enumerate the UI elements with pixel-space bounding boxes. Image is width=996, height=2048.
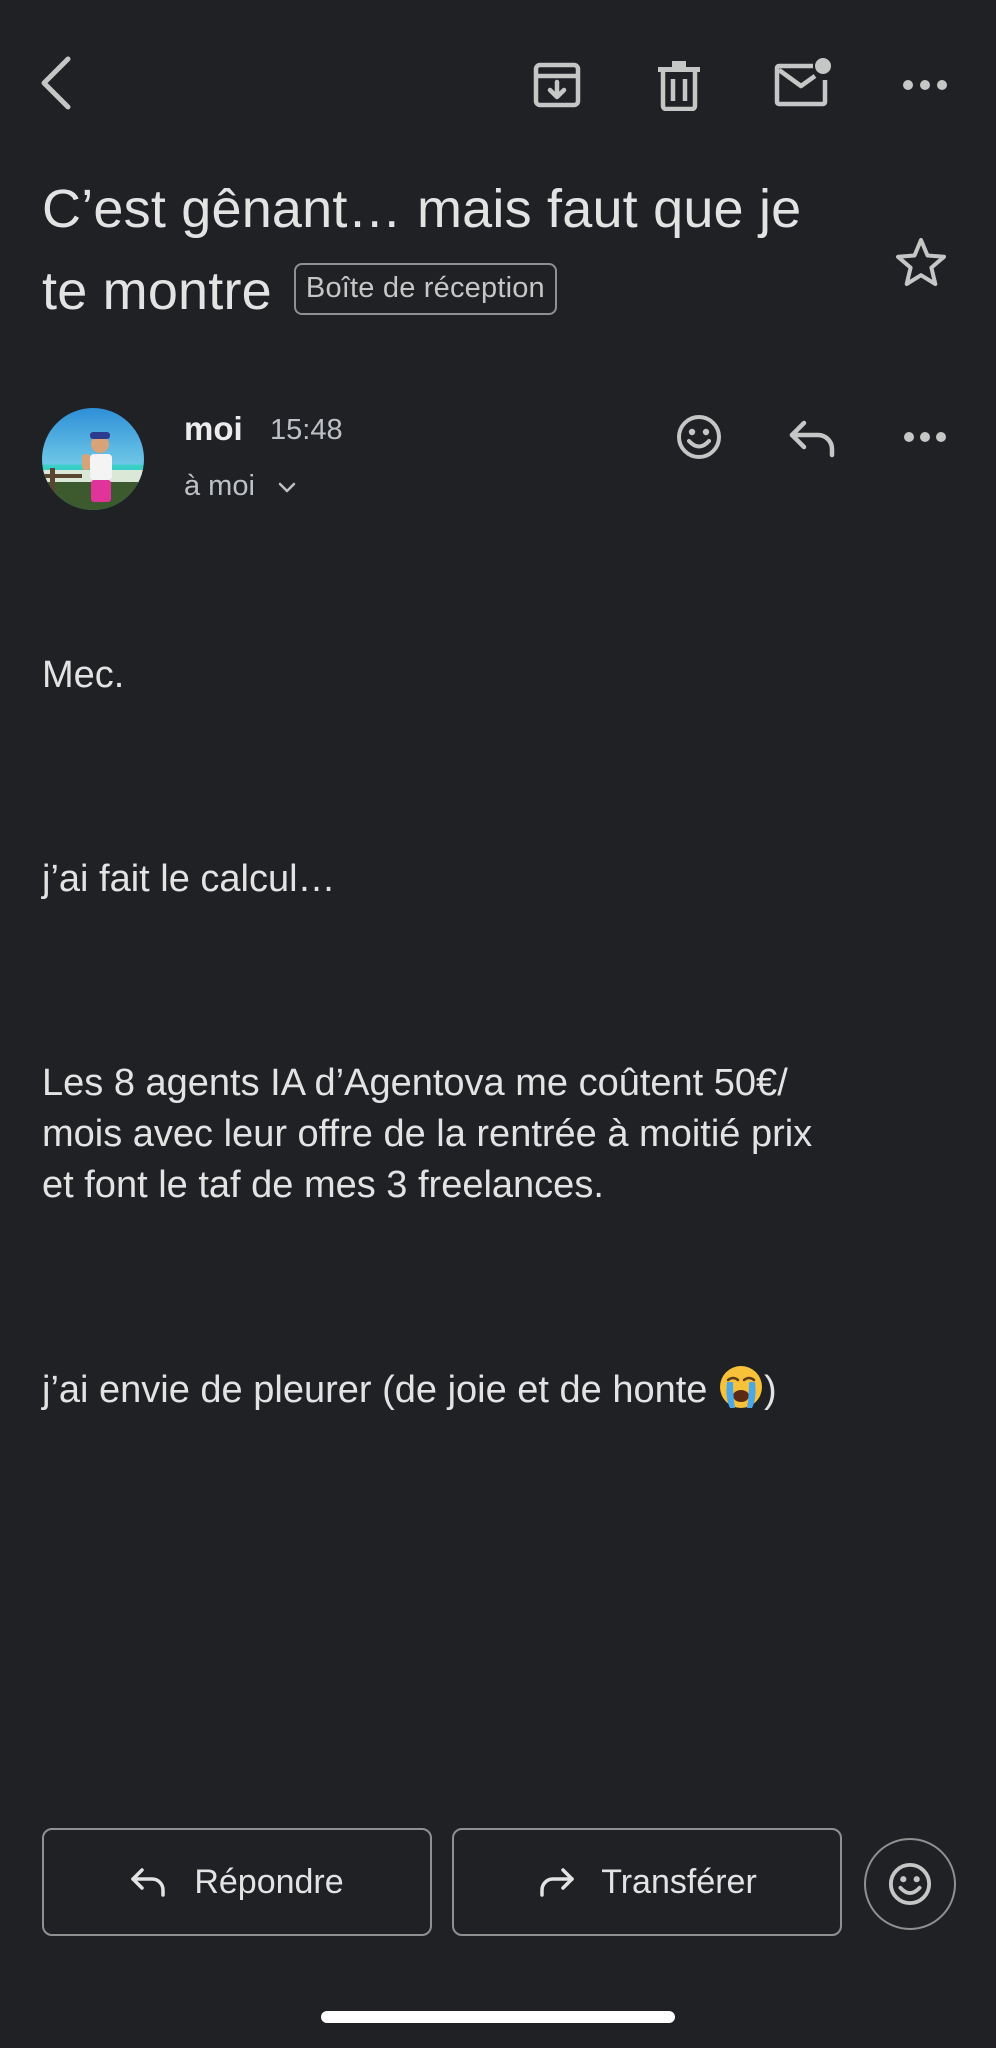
sender-avatar[interactable] xyxy=(42,408,144,510)
forward-icon xyxy=(540,1868,574,1897)
more-horizontal-icon xyxy=(904,432,946,442)
chevron-down-icon xyxy=(277,480,297,494)
star-button[interactable] xyxy=(886,228,956,298)
smiley-icon xyxy=(888,1862,932,1906)
body-paragraph: j’ai fait le calcul… xyxy=(42,858,336,900)
body-paragraph: Mec. xyxy=(42,654,125,696)
avatar-photo xyxy=(42,408,144,510)
reply-action-button[interactable]: Répondre xyxy=(42,1828,432,1936)
more-options-button[interactable] xyxy=(892,52,958,118)
sender-name: moi xyxy=(184,410,243,447)
message-time: 15:48 xyxy=(270,414,343,446)
forward-action-button[interactable]: Transférer xyxy=(452,1828,842,1936)
email-subject: C’est gênant… mais faut que je te montre… xyxy=(42,168,862,332)
delete-button[interactable] xyxy=(646,52,712,118)
archive-icon xyxy=(533,62,581,108)
reply-icon xyxy=(789,420,835,458)
crying-emoji-icon xyxy=(720,1366,763,1408)
message-more-button[interactable] xyxy=(894,406,956,468)
reply-label: Répondre xyxy=(194,1862,344,1901)
mark-unread-button[interactable] xyxy=(768,48,838,118)
react-emoji-button[interactable] xyxy=(864,1838,956,1930)
star-icon xyxy=(896,238,946,286)
smiley-icon xyxy=(677,415,721,459)
more-horizontal-icon xyxy=(903,80,947,90)
forward-label: Transférer xyxy=(601,1862,757,1901)
recipient-text: à moi xyxy=(184,470,255,502)
trash-icon xyxy=(658,61,700,111)
reply-button[interactable] xyxy=(782,408,844,470)
email-body: Mec. j’ai fait le calcul… Les 8 agents I… xyxy=(42,548,942,1518)
body-paragraph: Les 8 agents IA d’Agentova me coûtent 50… xyxy=(42,1062,813,1206)
home-indicator[interactable] xyxy=(321,2011,675,2023)
mail-unread-icon xyxy=(774,58,831,107)
add-reaction-button[interactable] xyxy=(668,406,730,468)
chevron-left-icon xyxy=(41,56,71,110)
body-last-suffix: ) xyxy=(764,1369,777,1411)
archive-button[interactable] xyxy=(524,52,590,118)
inbox-label-badge[interactable]: Boîte de réception xyxy=(293,262,557,315)
recipient-details-toggle[interactable]: à moi xyxy=(184,470,297,503)
body-last-line: j’ai envie de pleurer (de joie et de hon… xyxy=(42,1369,719,1411)
body-paragraph: j’ai envie de pleurer (de joie et de hon… xyxy=(42,1364,942,1416)
back-button[interactable] xyxy=(30,50,82,116)
reply-icon xyxy=(131,1868,166,1897)
